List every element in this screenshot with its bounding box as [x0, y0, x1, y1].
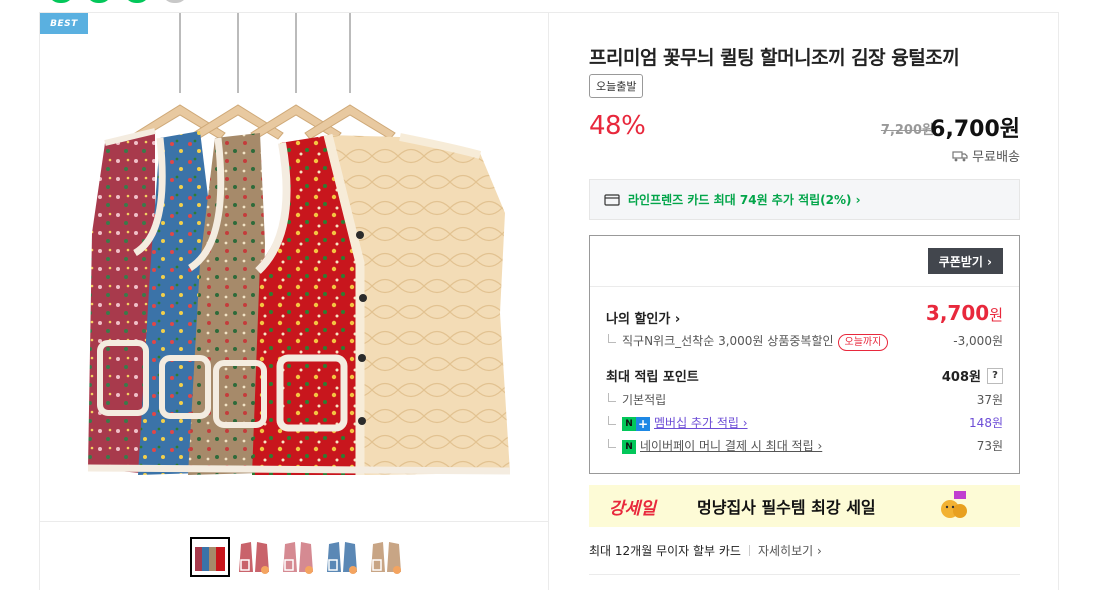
thumbnail-image: [323, 538, 361, 576]
sub-discount-label: 직구N위크_선착순 3,000원 상품중복할인 오늘까지: [608, 332, 889, 351]
thumbnail-image: [192, 539, 228, 575]
membership-label-wrap: N + 멤버십 추가 적립 ›: [608, 414, 748, 431]
sub-discount-value: -3,000원: [953, 334, 1003, 348]
gallery-divider: [40, 521, 548, 522]
prev-image-arrow[interactable]: [56, 249, 80, 289]
credit-card-icon: [604, 193, 620, 206]
npay-label[interactable]: 네이버페이 머니 결제 시 최대 적립 ›: [640, 439, 822, 453]
plus-icon: +: [636, 416, 650, 431]
pet-illustration-icon: [941, 491, 967, 518]
coupon-divider: [590, 286, 1019, 287]
points-label: 최대 적립 포인트: [606, 370, 699, 385]
installment-divider: [748, 545, 750, 556]
product-title: 프리미엄 꽃무늬 퀼팅 할머니조끼 김장 융털조끼: [589, 47, 960, 69]
thumbnail-3[interactable]: [278, 537, 318, 577]
points-value: 408원: [941, 370, 981, 385]
naver-pay-icon: N: [622, 439, 636, 454]
card-promo-text: 라인프렌즈 카드 최대 74원 추가 적립(2%) ›: [628, 193, 861, 207]
best-badge: BEST: [40, 13, 88, 34]
product-main-image: [60, 13, 530, 518]
thumbnail-5[interactable]: [366, 537, 406, 577]
installment-info: 최대 12개월 무이자 할부 카드 자세히보기 ›: [589, 542, 822, 559]
truck-icon: [952, 150, 968, 161]
sale-price: 6,700원: [930, 117, 1020, 142]
card-promo-banner[interactable]: 라인프렌즈 카드 최대 74원 추가 적립(2%) ›: [589, 179, 1020, 220]
my-discount-label: 나의 할인가 ›: [606, 312, 681, 327]
npay-value: 73원: [976, 439, 1003, 453]
product-card: BEST 프리미엄 꽃무늬 퀼팅 할머니조끼 김장 융털조끼 오늘출발 48% …: [39, 12, 1059, 590]
product-gallery: BEST: [40, 13, 549, 590]
installment-text: 최대 12개월 무이자 할부 카드: [589, 544, 741, 558]
membership-value: 148원: [969, 416, 1003, 430]
thumbnail-image: [279, 538, 317, 576]
discount-rate: 48%: [589, 111, 646, 141]
naver-n-icon: N: [622, 416, 636, 431]
thumbnail-image: [235, 538, 273, 576]
shipping-info: 무료배송: [952, 146, 1020, 165]
points-value-wrap: 408원?: [942, 366, 1003, 385]
basic-points-value: 37원: [976, 393, 1003, 407]
thumbnail-image: [367, 538, 405, 576]
banner-text: 멍냥집사 필수템 최강 세일: [697, 498, 876, 517]
banner-brand: 강세일: [609, 498, 656, 519]
bottom-divider: [589, 574, 1020, 575]
today-only-pill: 오늘까지: [837, 334, 889, 351]
next-image-arrow[interactable]: [506, 249, 530, 289]
thumbnail-2[interactable]: [234, 537, 274, 577]
sale-banner[interactable]: 강세일 멍냥집사 필수템 최강 세일: [589, 485, 1020, 527]
top-indicator: [48, 0, 188, 3]
installment-more-link[interactable]: 자세히보기 ›: [758, 542, 822, 559]
discount-box: 쿠폰받기 › 나의 할인가 › 3,700원 직구N위크_선착순 3,000원 …: [589, 235, 1020, 474]
basic-points-label: 기본적립: [608, 391, 666, 408]
original-price: 7,200원: [880, 123, 934, 138]
thumbnail-1[interactable]: [190, 537, 230, 577]
get-coupon-button[interactable]: 쿠폰받기 ›: [927, 248, 1003, 274]
today-shipping-tag: 오늘출발: [589, 74, 644, 98]
thumbnail-strip: [190, 537, 406, 577]
npay-label-wrap: N 네이버페이 머니 결제 시 최대 적립 ›: [608, 437, 822, 454]
my-discount-value: 3,700원: [925, 301, 1003, 325]
shipping-label: 무료배송: [972, 150, 1020, 165]
thumbnail-4[interactable]: [322, 537, 362, 577]
membership-label[interactable]: 멤버십 추가 적립 ›: [654, 416, 748, 430]
points-help-button[interactable]: ?: [987, 367, 1003, 384]
